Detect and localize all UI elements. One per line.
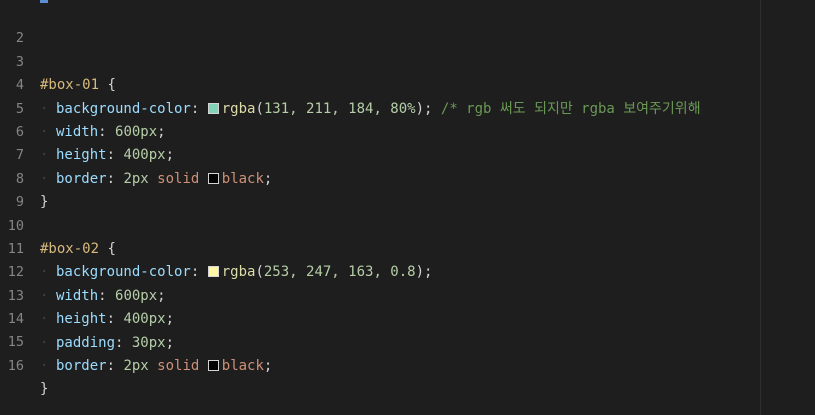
line-number: 16	[7, 357, 24, 374]
code-line[interactable]: 4 · background-color: rgba(131, 211, 184,…	[0, 51, 760, 116]
code-line[interactable]: 3 #box-01 {	[0, 27, 760, 93]
color-swatch[interactable]	[207, 359, 219, 371]
line-content[interactable]: }	[40, 378, 760, 401]
code-line[interactable]: 15 · border: 2px solid black;	[0, 308, 760, 373]
code-line[interactable]: 2	[0, 4, 760, 46]
code-line[interactable]: 14 · padding: 30px;	[0, 285, 760, 350]
close-brace: }	[40, 381, 49, 398]
line-content[interactable]: · border: 2px solid black;	[40, 355, 760, 378]
colon: :	[106, 357, 124, 374]
semicolon: ;	[263, 357, 273, 374]
code-line[interactable]: 5 · width: 600px;	[0, 74, 760, 140]
scroll-indicator	[40, 0, 48, 3]
css-value: 2px	[123, 357, 149, 374]
code-line[interactable]: 8 }	[0, 144, 760, 210]
code-line[interactable]: 6 · height: 400px;	[0, 98, 760, 163]
code-line[interactable]: 11 · background-color: rgba(253, 247, 163…	[0, 215, 760, 280]
css-property: border	[56, 357, 107, 374]
minimap[interactable]	[761, 0, 815, 415]
code-line[interactable]: 12 · width: 600px;	[0, 238, 760, 303]
code-line[interactable]: 13 · height: 400px;	[0, 261, 760, 327]
css-color-keyword: black	[221, 357, 264, 374]
code-line[interactable]: 10 #box-02 {	[0, 191, 760, 257]
css-keyword: solid	[157, 357, 200, 374]
code-line[interactable]: 16 }	[0, 331, 760, 397]
code-editor[interactable]: 2 3 #box-01 { 4 · background-color: rgba(…	[0, 0, 815, 415]
code-line[interactable]: 9	[0, 168, 760, 210]
code-lines[interactable]: 2 3 #box-01 { 4 · background-color: rgba(…	[0, 4, 760, 397]
code-line[interactable]: 7 · border: 2px solid black;	[0, 121, 760, 186]
